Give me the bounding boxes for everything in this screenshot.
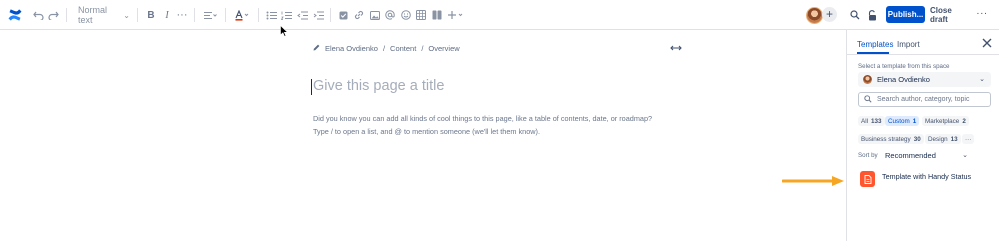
- search-icon: [864, 94, 872, 105]
- toolbar-divider: [330, 8, 331, 22]
- toolbar-divider: [258, 8, 259, 22]
- chip-label: Marketplace: [925, 117, 960, 125]
- outdent-icon[interactable]: [297, 7, 308, 23]
- more-actions-icon[interactable]: ···: [975, 7, 989, 23]
- page-title-input[interactable]: Give this page a title: [313, 78, 444, 94]
- chip-count: 13: [950, 135, 958, 143]
- chip-count: 1: [912, 117, 917, 125]
- close-icon[interactable]: [981, 38, 993, 50]
- full-width-toggle-icon[interactable]: [670, 44, 682, 54]
- indent-icon[interactable]: [313, 7, 324, 23]
- align-dropdown-icon[interactable]: [202, 7, 218, 23]
- text-cursor: [311, 79, 312, 95]
- templates-panel: Templates Import Select a template from …: [846, 30, 999, 241]
- filter-chip-all[interactable]: All 133: [858, 116, 885, 126]
- text-style-dropdown[interactable]: Normal text ⌄: [78, 5, 130, 25]
- undo-icon[interactable]: [32, 7, 44, 23]
- chevron-down-icon: ⌄: [962, 152, 968, 159]
- chip-label: Custom: [888, 117, 910, 125]
- toolbar-divider: [66, 8, 67, 22]
- breadcrumb-item-overview[interactable]: Overview: [428, 44, 459, 53]
- publish-button[interactable]: Publish...: [886, 6, 925, 23]
- sort-label: Sort by: [858, 152, 878, 159]
- template-document-icon[interactable]: [860, 171, 875, 187]
- link-icon[interactable]: [353, 7, 364, 23]
- pencil-icon: [313, 44, 320, 53]
- breadcrumb-author[interactable]: Elena Ovdienko: [325, 44, 378, 53]
- filter-chip-custom[interactable]: Custom 1: [885, 116, 920, 126]
- insert-more-icon[interactable]: [446, 7, 464, 23]
- mouse-pointer-icon: [280, 25, 288, 37]
- template-search-input[interactable]: Search author, category, topic: [858, 92, 991, 107]
- template-list-item[interactable]: Template with Handy Status: [882, 172, 971, 181]
- space-select-label: Select a template from this space: [858, 63, 950, 70]
- editor-toolbar: Normal text ⌄ B I ··· + Publish... Close…: [0, 0, 999, 30]
- tab-templates[interactable]: Templates: [857, 40, 893, 49]
- redo-icon[interactable]: [47, 7, 59, 23]
- filter-chip-marketplace[interactable]: Marketplace 2: [922, 116, 969, 126]
- chevron-down-icon: ⌄: [979, 76, 985, 83]
- space-select-value: Elena Ovdienko: [877, 75, 930, 84]
- annotation-arrow-icon: [782, 176, 844, 186]
- add-collaborator-button[interactable]: +: [822, 7, 837, 22]
- image-icon[interactable]: [369, 7, 380, 23]
- chip-label: All: [861, 117, 868, 125]
- toolbar-divider: [225, 8, 226, 22]
- tab-import[interactable]: Import: [897, 40, 920, 49]
- toolbar-divider: [194, 8, 195, 22]
- breadcrumb-item-content[interactable]: Content: [390, 44, 416, 53]
- user-avatar[interactable]: [806, 7, 823, 24]
- breadcrumb: Elena Ovdienko / Content / Overview: [313, 44, 460, 53]
- chip-label: Business strategy: [861, 135, 911, 143]
- layouts-icon[interactable]: [431, 7, 442, 23]
- restrictions-unlock-icon[interactable]: [866, 7, 877, 23]
- bullet-list-icon[interactable]: [266, 7, 277, 23]
- text-style-label: Normal text: [78, 5, 108, 25]
- plus-icon: +: [825, 7, 833, 21]
- editor-body[interactable]: Did you know you can add all kinds of co…: [313, 112, 652, 138]
- chip-label: Design: [928, 135, 948, 143]
- toolbar-divider: [137, 8, 138, 22]
- editor-hint-line: Type / to open a list, and @ to mention …: [313, 127, 541, 136]
- italic-icon[interactable]: I: [162, 7, 172, 23]
- numbered-list-icon[interactable]: [281, 7, 292, 23]
- sort-value: Recommended: [885, 150, 936, 160]
- close-draft-button[interactable]: Close draft: [930, 6, 970, 24]
- chip-count: 133: [871, 117, 882, 125]
- filter-chip-design[interactable]: Design 13: [925, 134, 961, 144]
- search-icon[interactable]: [849, 7, 860, 23]
- tabs-divider: [847, 54, 999, 55]
- space-select[interactable]: Elena Ovdienko ⌄: [858, 72, 991, 87]
- bold-icon[interactable]: B: [146, 7, 156, 23]
- avatar: [863, 75, 872, 84]
- confluence-logo-icon[interactable]: [7, 7, 23, 23]
- emoji-icon[interactable]: [400, 7, 411, 23]
- filter-chip-business-strategy[interactable]: Business strategy 30: [858, 134, 924, 144]
- table-icon[interactable]: [415, 7, 426, 23]
- more-formatting-icon[interactable]: ···: [176, 7, 188, 23]
- mention-icon[interactable]: [384, 7, 395, 23]
- sort-select[interactable]: Recommended ⌄: [881, 149, 968, 161]
- more-filters-icon[interactable]: ···: [962, 134, 975, 144]
- text-color-icon[interactable]: [234, 7, 250, 23]
- checkbox-action-icon[interactable]: [338, 7, 348, 23]
- search-placeholder: Search author, category, topic: [877, 96, 970, 103]
- chip-count: 30: [913, 135, 921, 143]
- editor-hint-line: Did you know you can add all kinds of co…: [313, 114, 653, 123]
- chevron-down-icon: ⌄: [123, 10, 130, 20]
- chip-count: 2: [962, 117, 966, 125]
